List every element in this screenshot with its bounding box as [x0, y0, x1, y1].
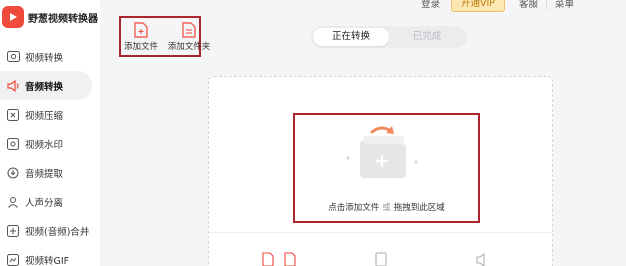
sidebar-item-label: 视频(音频)合并: [25, 226, 90, 238]
merge-icon: [6, 224, 20, 238]
sidebar-item-label: 视频转GIF: [25, 255, 70, 266]
service-link[interactable]: 客服: [519, 0, 538, 10]
brand: 野葱视频转换器: [0, 0, 100, 34]
sidebar: 野葱视频转换器 视频转换 音频转换 视频压缩 视频水印 音频提取 人声分离 视频…: [0, 0, 100, 266]
sidebar-item-merge[interactable]: 视频(音频)合并: [0, 216, 100, 245]
sidebar-item-video-to-gif[interactable]: 视频转GIF: [0, 245, 100, 266]
sidebar-item-label: 视频水印: [25, 139, 64, 151]
app-window: 野葱视频转换器 视频转换 音频转换 视频压缩 视频水印 音频提取 人声分离 视频…: [0, 0, 626, 266]
login-link[interactable]: 登录: [421, 0, 440, 10]
folder-icon: [284, 252, 296, 266]
voice-separate-icon: [6, 195, 20, 209]
app-logo-icon: [2, 6, 24, 28]
sidebar-item-label: 视频转换: [25, 52, 64, 64]
vip-button[interactable]: 开通VIP: [451, 0, 505, 12]
add-file-icon: [134, 22, 148, 38]
app-title: 野葱视频转换器: [28, 13, 98, 25]
sidebar-item-audio-extract[interactable]: 音频提取: [0, 158, 100, 187]
sidebar-item-label: 视频压缩: [25, 110, 64, 122]
or-text: 或: [382, 203, 391, 213]
watermark-icon: [6, 137, 20, 151]
sidebar-item-label: 音频提取: [25, 168, 64, 180]
status-tabs: 正在转换 已完成: [311, 26, 467, 48]
top-bar: 登录 开通VIP 客服 菜单: [100, 0, 626, 16]
sidebar-item-voice-separate[interactable]: 人声分离: [0, 187, 100, 216]
add-folder-illustration-icon: [342, 122, 422, 184]
audio-convert-icon: [6, 79, 20, 93]
divider: [546, 0, 547, 10]
menu-link[interactable]: 菜单: [555, 0, 574, 10]
tab-completed[interactable]: 已完成: [389, 28, 465, 46]
add-folder-icon: [182, 22, 196, 38]
audio-extract-icon: [6, 166, 20, 180]
sidebar-item-video-compress[interactable]: 视频压缩: [0, 100, 100, 129]
sidebar-nav: 视频转换 音频转换 视频压缩 视频水印 音频提取 人声分离 视频(音频)合并 视…: [0, 42, 100, 266]
add-folder-label: 添加文件夹: [167, 42, 211, 52]
file-icon: [262, 252, 274, 266]
speaker-icon: [476, 253, 485, 266]
gif-icon: [6, 253, 20, 266]
sidebar-item-video-watermark[interactable]: 视频水印: [0, 129, 100, 158]
video-compress-icon: [6, 108, 20, 122]
dropzone-divider: [209, 232, 552, 233]
add-folder-button[interactable]: 添加文件夹: [159, 18, 219, 52]
click-to-add-text[interactable]: 点击添加文件: [328, 203, 379, 213]
video-convert-icon: [6, 50, 20, 64]
sidebar-item-label: 音频转换: [25, 81, 64, 93]
add-file-label: 添加文件: [123, 42, 158, 52]
sidebar-item-video-convert[interactable]: 视频转换: [0, 42, 100, 71]
document-icon: [375, 252, 387, 266]
drop-zone-hint: 点击添加文件或拖拽到此区域: [293, 201, 480, 213]
sidebar-item-audio-convert[interactable]: 音频转换: [0, 71, 92, 100]
tab-converting[interactable]: 正在转换: [313, 28, 389, 46]
toolbar: 添加文件 添加文件夹: [119, 16, 210, 57]
sidebar-item-label: 人声分离: [25, 197, 64, 209]
drag-here-text: 拖拽到此区域: [393, 203, 445, 213]
